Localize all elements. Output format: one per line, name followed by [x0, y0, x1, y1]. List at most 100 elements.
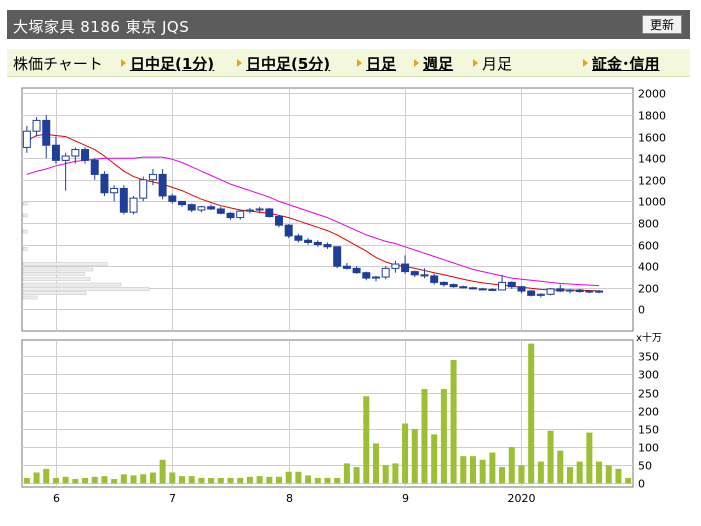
candle-body — [32, 119, 41, 132]
volume-bar — [411, 428, 418, 484]
price-profile-bar — [22, 282, 122, 287]
price-profile-bar — [22, 295, 38, 300]
candle-body — [478, 288, 487, 291]
candle-body — [245, 209, 254, 212]
volume-bar — [343, 463, 350, 484]
price-tick-label: 200 — [638, 283, 659, 296]
volume-bar — [440, 389, 447, 484]
candle-body — [197, 206, 206, 211]
volume-bar — [431, 434, 438, 484]
price-tick-label: 1800 — [638, 110, 666, 123]
volume-unit-label: x十万 — [636, 331, 662, 344]
candle-body — [333, 246, 342, 267]
volume-bar — [23, 477, 30, 484]
candle-body — [187, 204, 196, 211]
x-tick-label: 8 — [286, 492, 293, 505]
price-profile-bar — [22, 271, 85, 276]
price-profile-bar — [22, 267, 94, 272]
volume-bar — [489, 452, 496, 484]
x-tick-label: 9 — [402, 492, 409, 505]
volume-bar — [450, 359, 457, 484]
candle-body — [304, 239, 313, 243]
volume-bar — [179, 476, 186, 484]
volume-tick-label: 250 — [638, 388, 659, 401]
volume-bar — [227, 477, 234, 484]
volume-bar — [469, 456, 476, 484]
volume-tick-label: 150 — [638, 424, 659, 437]
volume-bar — [266, 476, 273, 484]
volume-bar — [169, 472, 176, 484]
candle-body — [42, 119, 51, 146]
candle-body — [275, 216, 283, 226]
price-profile-bar — [22, 229, 28, 234]
candle-body — [449, 284, 458, 288]
volume-bar — [198, 477, 205, 484]
volume-bar — [615, 468, 622, 484]
candle-body — [507, 281, 516, 288]
price-profile-bar — [22, 213, 28, 218]
volume-bar — [256, 476, 263, 484]
candle-body — [410, 271, 419, 276]
price-profile-bar — [22, 277, 91, 281]
volume-bar — [499, 467, 506, 484]
volume-tick-label: 350 — [638, 351, 659, 364]
candle-body — [71, 149, 80, 157]
volume-bar — [528, 343, 535, 484]
volume-bar — [479, 459, 486, 484]
candle-body — [372, 276, 380, 279]
volume-bar — [596, 461, 603, 484]
candle-body — [22, 130, 31, 148]
candle-body — [381, 267, 390, 278]
volume-bar — [518, 465, 525, 484]
volume-tick-label: 0 — [638, 478, 645, 491]
volume-bar — [537, 461, 544, 484]
volume-bar — [605, 465, 612, 484]
volume-bar — [149, 472, 156, 484]
volume-bar — [140, 474, 147, 484]
volume-bar — [91, 476, 98, 484]
volume-bar — [566, 467, 573, 484]
volume-bar — [276, 476, 283, 484]
candle-body — [207, 206, 216, 210]
price-tick-label: 1000 — [638, 196, 666, 209]
volume-bar — [557, 450, 564, 484]
candle-body — [430, 275, 439, 283]
x-tick-label: 2020 — [508, 492, 536, 505]
volume-bar — [52, 477, 59, 484]
volume-bar — [392, 463, 399, 484]
volume-bar — [111, 479, 118, 484]
volume-bar — [382, 465, 389, 484]
candle-body — [168, 195, 177, 202]
candle-body — [294, 235, 303, 241]
volume-bar — [625, 477, 632, 484]
candle-body — [575, 289, 584, 293]
price-profile-bar — [22, 291, 87, 296]
volume-bar — [372, 443, 379, 484]
volume-bar — [82, 477, 89, 484]
candle-body — [284, 224, 293, 237]
candle-body — [362, 272, 371, 279]
volume-bar — [576, 461, 583, 484]
candle-body — [585, 290, 594, 293]
price-tick-label: 0 — [638, 304, 645, 317]
candle-body — [439, 281, 448, 286]
volume-bar — [72, 479, 79, 484]
x-tick-label: 7 — [169, 492, 176, 505]
volume-bar — [421, 389, 428, 484]
volume-tick-label: 50 — [638, 460, 652, 473]
candle-body — [546, 288, 555, 295]
volume-tick-label: 100 — [638, 442, 659, 455]
volume-bar — [120, 474, 127, 484]
volume-bar — [314, 477, 321, 484]
candle-body — [323, 244, 332, 248]
candle-body — [255, 208, 264, 211]
volume-bar — [208, 477, 215, 484]
volume-bar — [33, 472, 40, 484]
candle-body — [158, 173, 167, 197]
volume-bar — [363, 396, 370, 484]
volume-bar — [324, 477, 331, 484]
candle-body — [527, 290, 536, 296]
candle-body — [488, 288, 497, 291]
x-tick-label: 6 — [53, 492, 60, 505]
volume-bar — [508, 447, 515, 484]
